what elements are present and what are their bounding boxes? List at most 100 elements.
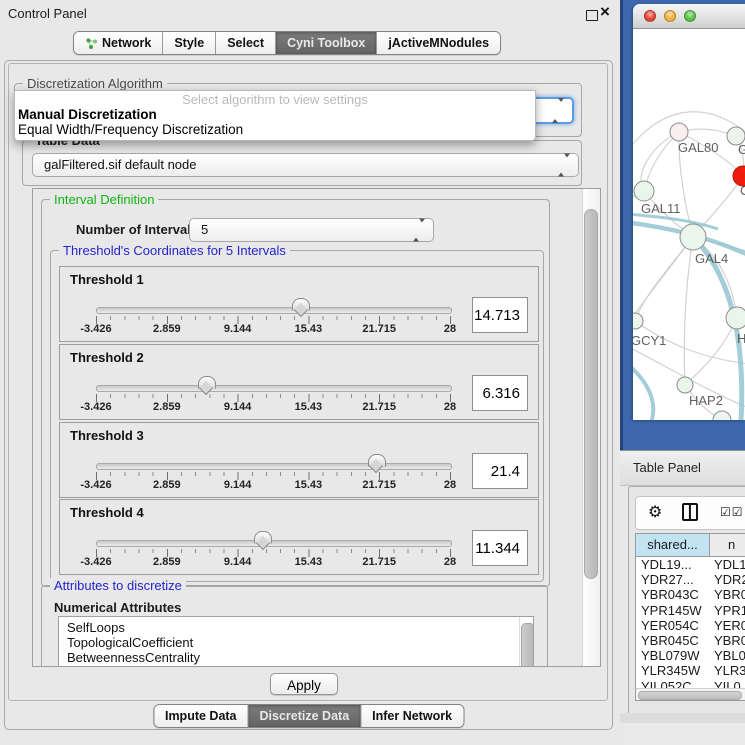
screenshot-root: Control Panel × NetworkStyleSelectCyni T… bbox=[0, 0, 745, 745]
checkbox-icons[interactable]: ☑☑ bbox=[720, 505, 744, 519]
cell-shared-name[interactable]: YER054C bbox=[636, 618, 710, 633]
table-row[interactable]: YDR27...YDR2 bbox=[636, 572, 745, 587]
cell-shared-name[interactable]: YLR345W bbox=[636, 663, 710, 678]
tab-cyni-toolbox[interactable]: Cyni Toolbox bbox=[275, 32, 376, 54]
tab-infer-network[interactable]: Infer Network bbox=[360, 705, 463, 727]
columns-icon[interactable] bbox=[682, 503, 698, 521]
num-intervals-label: Number of Intervals bbox=[76, 222, 198, 237]
column-header-shared-name[interactable]: shared... bbox=[636, 534, 710, 556]
table-row[interactable]: YER054CYER0 bbox=[636, 618, 745, 633]
network-node-gal11[interactable] bbox=[634, 181, 654, 201]
tab-impute-data[interactable]: Impute Data bbox=[154, 705, 248, 727]
cell-shared-name[interactable]: YBR045C bbox=[636, 633, 710, 648]
attribute-item[interactable]: SelfLoops bbox=[59, 617, 533, 635]
table-row[interactable]: YPR145WYPR1 bbox=[636, 603, 745, 618]
table-row[interactable]: YDL19...YDL1 bbox=[636, 557, 745, 572]
network-node[interactable] bbox=[713, 411, 731, 420]
slider-track[interactable] bbox=[96, 463, 452, 470]
network-edge[interactable] bbox=[684, 237, 693, 385]
slider-track[interactable] bbox=[96, 540, 452, 547]
attribute-item[interactable]: TopologicalCoefficient bbox=[59, 635, 533, 650]
node-table[interactable]: shared... n YDL19...YDL1YDR27...YDR2YBR0… bbox=[635, 533, 745, 701]
network-node-gal4[interactable] bbox=[680, 224, 706, 250]
tab-label: Select bbox=[227, 36, 264, 50]
network-canvas[interactable]: GAL80GACGAL11GAL4HGCY1HAP2 bbox=[633, 29, 745, 420]
cell-shared-name[interactable]: YDL19... bbox=[636, 557, 710, 572]
threshold-slider[interactable]: -3.4262.8599.14415.4321.71528 bbox=[60, 267, 470, 341]
table-toolbar: ⚙ ☑☑ bbox=[635, 496, 745, 530]
threshold-panel: Threshold 1 -3.4262.8599.14415.4321.7152… bbox=[59, 266, 539, 342]
cell-shared-name[interactable]: YDR27... bbox=[636, 572, 710, 587]
threshold-slider[interactable]: -3.4262.8599.14415.4321.71528 bbox=[60, 423, 470, 497]
minimize-traffic-light[interactable] bbox=[664, 10, 676, 22]
interval-definition-group: Interval Definition Number of Intervals … bbox=[41, 199, 550, 587]
tab-discretize-data[interactable]: Discretize Data bbox=[248, 705, 361, 727]
network-node-h[interactable] bbox=[726, 307, 745, 329]
scrollbar-thumb[interactable] bbox=[638, 691, 742, 701]
scrollbar-thumb[interactable] bbox=[584, 209, 598, 579]
thresholds-group-title: Threshold's Coordinates for 5 Intervals bbox=[59, 243, 290, 258]
cell-shared-name[interactable]: YPR145W bbox=[636, 603, 710, 618]
tab-select[interactable]: Select bbox=[215, 32, 275, 54]
threshold-value-input[interactable]: 21.4 bbox=[472, 453, 528, 489]
cell-shared-name[interactable]: YBL079W bbox=[636, 648, 710, 663]
numerical-attributes-list[interactable]: SelfLoopsTopologicalCoefficientBetweenne… bbox=[58, 616, 534, 667]
cell-name[interactable]: YDR2 bbox=[710, 572, 745, 587]
cell-name[interactable]: YBR0 bbox=[710, 587, 745, 602]
float-window-icon[interactable] bbox=[586, 10, 598, 21]
thresholds-group: Threshold's Coordinates for 5 Intervals … bbox=[50, 250, 544, 582]
attribute-item[interactable]: BetweennessCentrality bbox=[59, 650, 533, 665]
network-node-gcy1[interactable] bbox=[633, 313, 643, 329]
cell-name[interactable]: YLR3 bbox=[710, 663, 745, 678]
cell-name[interactable]: YER0 bbox=[710, 618, 745, 633]
threshold-slider[interactable]: -3.4262.8599.14415.4321.71528 bbox=[60, 500, 470, 574]
table-row[interactable]: YBR043CYBR0 bbox=[636, 587, 745, 602]
slider-handle[interactable] bbox=[198, 376, 216, 389]
network-edge[interactable] bbox=[635, 237, 693, 321]
tab-style[interactable]: Style bbox=[162, 32, 215, 54]
network-node-gal80[interactable] bbox=[670, 123, 688, 141]
slider-handle[interactable] bbox=[368, 454, 386, 467]
scrollbar-thumb[interactable] bbox=[521, 623, 534, 667]
slider-track[interactable] bbox=[96, 307, 452, 314]
slider-handle[interactable] bbox=[292, 298, 310, 311]
table-data-combo[interactable]: galFiltered.sif default node bbox=[32, 153, 579, 177]
list-scrollbar[interactable] bbox=[519, 617, 533, 667]
column-header-name[interactable]: n bbox=[710, 534, 745, 556]
threshold-value-input[interactable]: 11.344 bbox=[472, 530, 528, 566]
tab-jactivemnodules[interactable]: jActiveMNodules bbox=[376, 32, 500, 54]
network-node-hap2[interactable] bbox=[677, 377, 693, 393]
settings-scrollbar[interactable] bbox=[582, 189, 600, 666]
table-row[interactable]: YLR345WYLR3 bbox=[636, 663, 745, 678]
table-hscrollbar[interactable] bbox=[636, 688, 745, 700]
gear-icon[interactable]: ⚙ bbox=[648, 502, 662, 522]
slider-handle[interactable] bbox=[254, 531, 272, 544]
tab-label: Network bbox=[102, 36, 151, 50]
slider-track[interactable] bbox=[96, 385, 452, 392]
cell-name[interactable]: YPR1 bbox=[710, 603, 745, 618]
algorithm-option[interactable]: Manual Discretization bbox=[15, 107, 535, 122]
network-node-label: GA bbox=[738, 142, 745, 157]
close-icon[interactable]: × bbox=[600, 2, 610, 22]
algorithm-option[interactable]: Equal Width/Frequency Discretization bbox=[15, 122, 535, 137]
cell-shared-name[interactable]: YBR043C bbox=[636, 587, 710, 602]
cell-name[interactable]: YDL1 bbox=[710, 557, 745, 572]
num-intervals-spinner[interactable]: 5 bbox=[189, 218, 434, 242]
network-window-titlebar[interactable] bbox=[633, 4, 745, 29]
tab-label: Discretize Data bbox=[260, 709, 350, 723]
threshold-value-input[interactable]: 14.713 bbox=[472, 297, 528, 333]
network-node-label: GAL11 bbox=[641, 201, 681, 216]
table-row[interactable]: YBL079WYBL0 bbox=[636, 648, 745, 663]
network-view-window: GAL80GACGAL11GAL4HGCY1HAP2 bbox=[633, 4, 745, 420]
zoom-traffic-light[interactable] bbox=[684, 10, 696, 22]
tab-network[interactable]: Network bbox=[74, 32, 162, 54]
threshold-slider[interactable]: -3.4262.8599.14415.4321.71528 bbox=[60, 345, 470, 419]
cell-name[interactable]: YBL0 bbox=[710, 648, 745, 663]
threshold-value-input[interactable]: 6.316 bbox=[472, 375, 528, 411]
apply-button[interactable]: Apply bbox=[270, 673, 338, 695]
table-row[interactable]: YBR045CYBR0 bbox=[636, 633, 745, 648]
cell-name[interactable]: YBR0 bbox=[710, 633, 745, 648]
network-edge-highlighted[interactable] bbox=[633, 359, 653, 420]
close-traffic-light[interactable] bbox=[644, 10, 656, 22]
threshold-panel: Threshold 2 -3.4262.8599.14415.4321.7152… bbox=[59, 344, 539, 420]
